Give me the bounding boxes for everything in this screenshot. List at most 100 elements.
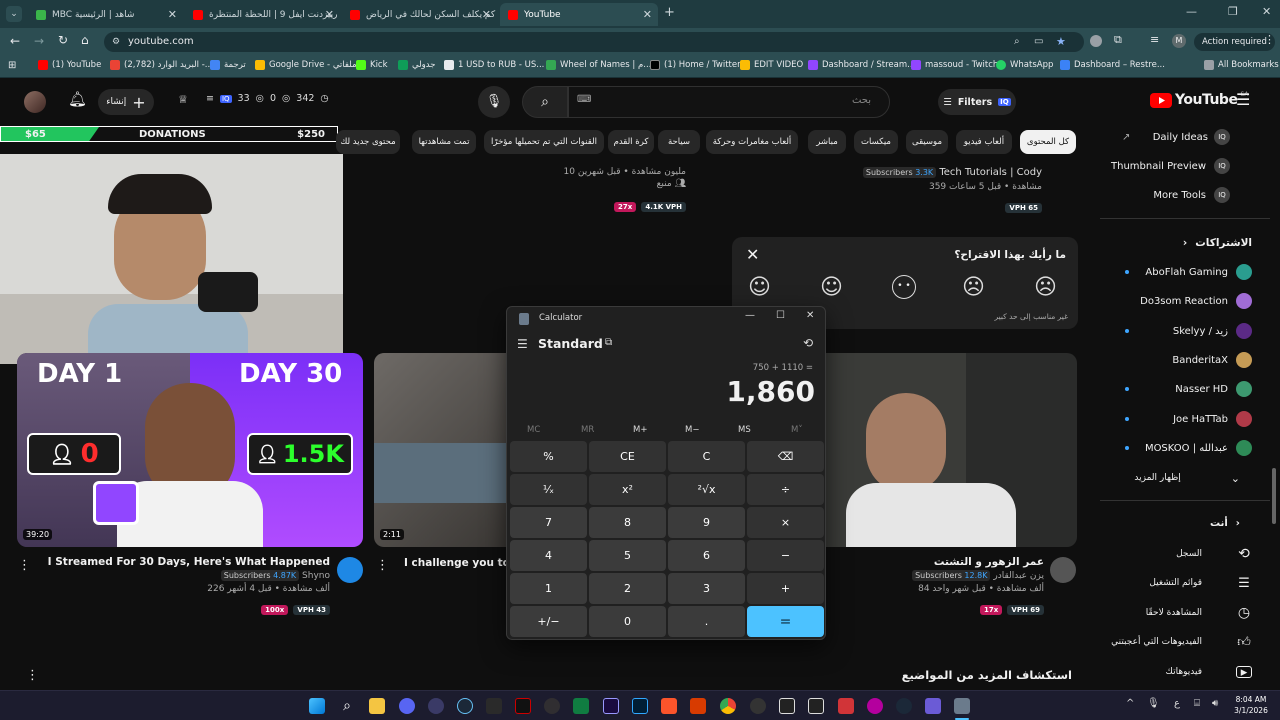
video-top-middle-meta[interactable]: 10 مليون مشاهدة • قبل شهرين منبع 👥︎ 27x … xyxy=(560,167,686,213)
clock[interactable]: 8:04 AM 3/1/2026 xyxy=(1230,694,1272,716)
chip-all[interactable]: كل المحتوى xyxy=(1020,130,1076,154)
obs-icon[interactable] xyxy=(544,698,560,714)
video-menu-icon[interactable]: ⋮ xyxy=(18,558,31,573)
apps-grid-icon[interactable]: ⊞ xyxy=(8,60,16,71)
maximize-icon[interactable]: ☐ xyxy=(776,310,785,321)
minimize-window-icon[interactable]: — xyxy=(1186,5,1197,18)
discord-icon[interactable] xyxy=(399,698,415,714)
url-input[interactable]: ⚙ youtube.com ⌕ ▭ ★ xyxy=(104,32,1084,52)
bookmark-youtube[interactable]: (1) YouTube xyxy=(38,60,101,70)
bookmark-whatsapp[interactable]: WhatsApp xyxy=(996,60,1053,70)
epic-games-icon[interactable] xyxy=(486,698,502,714)
bookmark-twitter[interactable]: (1) Home / Twitter xyxy=(650,60,741,70)
file-explorer-icon[interactable] xyxy=(369,698,385,714)
bookmark-translate[interactable]: ترجمة xyxy=(210,60,246,70)
reading-list-icon[interactable]: ≡ xyxy=(1150,33,1159,46)
search-input[interactable]: بحث ⌨ xyxy=(568,86,890,118)
home-icon[interactable]: ⌂ xyxy=(81,33,89,47)
steam-icon[interactable] xyxy=(896,698,912,714)
video-1-details[interactable]: I Streamed For 30 Days, Here's What Happ… xyxy=(40,556,330,616)
chip-video-games[interactable]: ألعاب فيديو xyxy=(956,130,1012,154)
photoshop-icon[interactable] xyxy=(632,698,648,714)
rating-dissatisfied-icon[interactable]: ☹ xyxy=(962,275,985,300)
tab-search-icon[interactable]: ⌄ xyxy=(6,6,22,22)
close-tab-icon[interactable]: ✕ xyxy=(482,8,491,21)
memory-recall-button[interactable]: MR xyxy=(581,425,594,435)
rating-very-dissatisfied-icon[interactable]: ☹ xyxy=(1034,275,1057,300)
video-thumbnail-1[interactable]: DAY 1 DAY 30 👤︎ 0 👤︎ 1.5K 39:20 xyxy=(17,353,363,547)
extension-icon[interactable] xyxy=(1090,35,1102,47)
tray-chevron-icon[interactable]: ^ xyxy=(1126,698,1134,709)
microphone-icon[interactable]: 🎙︎ xyxy=(1147,698,1160,709)
sidebar-item-playlists[interactable]: قوائم التشغيل ☰ xyxy=(1100,570,1270,596)
close-tab-icon[interactable]: ✕ xyxy=(168,8,177,21)
razer-icon[interactable] xyxy=(515,698,531,714)
sidebar-item-daily-ideas[interactable]: ↗ Daily Ideas IQ xyxy=(1100,124,1270,150)
extensions-puzzle-icon[interactable]: ⧉ xyxy=(1114,33,1122,47)
square-button[interactable]: x² xyxy=(589,474,666,505)
sidebar-item-your-videos[interactable]: فيديوهاتك ▸ xyxy=(1100,659,1270,685)
subscriptions-heading[interactable]: › الاشتراكات xyxy=(1100,230,1270,256)
chip-recent-uploads[interactable]: القنوات التي تم تحميلها مؤخرًا xyxy=(484,130,604,154)
navigation-menu-icon[interactable]: ☰ xyxy=(517,337,528,351)
negate-button[interactable]: +/− xyxy=(510,606,587,637)
app-icon[interactable] xyxy=(750,698,766,714)
clear-entry-button[interactable]: CE xyxy=(589,441,666,472)
sidebar-item-liked[interactable]: الفيديوهات التي أعجبتني 👍︎ xyxy=(1100,629,1270,655)
user-avatar[interactable] xyxy=(24,91,46,113)
photos-icon[interactable] xyxy=(690,698,706,714)
media-player-icon[interactable] xyxy=(428,698,444,714)
tab-shahid[interactable]: MBC شاهد | الرئيسية ✕ xyxy=(28,3,183,26)
bookmark-star-icon[interactable]: ★ xyxy=(1056,32,1066,52)
reciprocal-button[interactable]: ¹⁄ₓ xyxy=(510,474,587,505)
bookmark-dashboard-stream[interactable]: Dashboard / Stream... xyxy=(808,60,915,70)
digit-5-button[interactable]: 5 xyxy=(589,540,666,571)
multiply-button[interactable]: × xyxy=(747,507,824,538)
video-top-right-meta[interactable]: Subscribers 3.3K Tech Tutorials | Cody 3… xyxy=(846,167,1042,214)
digit-1-button[interactable]: 1 xyxy=(510,573,587,604)
bookmark-mail[interactable]: (2,782) البريد الوارد -... xyxy=(110,60,213,70)
start-windows-icon[interactable] xyxy=(309,698,325,714)
percent-button[interactable]: % xyxy=(510,441,587,472)
brave-icon[interactable] xyxy=(661,698,677,714)
capcut-icon[interactable] xyxy=(779,698,795,714)
sidebar-item-thumbnail-preview[interactable]: Thumbnail Preview IQ xyxy=(1100,153,1270,179)
premiere-icon[interactable] xyxy=(603,698,619,714)
back-icon[interactable]: ← xyxy=(10,34,20,48)
digit-3-button[interactable]: 3 xyxy=(668,573,745,604)
chip-live[interactable]: مباشر xyxy=(808,130,846,154)
memory-list-button[interactable]: M˅ xyxy=(791,425,803,435)
filters-button[interactable]: ☰ Filters IQ xyxy=(938,89,1016,115)
video-3-details[interactable]: عمر الزهور و التشتت Subscribers 12.8K يز… xyxy=(856,556,1044,616)
digit-9-button[interactable]: 9 xyxy=(668,507,745,538)
app-icon[interactable] xyxy=(867,698,883,714)
close-tab-icon[interactable]: ✕ xyxy=(325,8,334,21)
bookmark-kick[interactable]: Kick xyxy=(356,60,388,70)
digit-7-button[interactable]: 7 xyxy=(510,507,587,538)
digit-0-button[interactable]: 0 xyxy=(589,606,666,637)
sidebar-item-more-tools[interactable]: More Tools IQ xyxy=(1100,182,1270,208)
digit-4-button[interactable]: 4 xyxy=(510,540,587,571)
chrome-icon[interactable] xyxy=(720,698,736,714)
rating-very-satisfied-icon[interactable]: ☺ xyxy=(748,275,771,300)
channel-avatar[interactable] xyxy=(337,557,363,583)
keyboard-icon[interactable]: ⌨ xyxy=(577,94,591,105)
tab-resident-evil[interactable]: رييزدنت ايفل 9 | اللحظة المنتظرة ✕ xyxy=(185,3,340,26)
backspace-button[interactable]: ⌫ xyxy=(747,441,824,472)
divide-button[interactable]: ÷ xyxy=(747,474,824,505)
video-thumbnail-2[interactable]: 2:11 xyxy=(374,353,508,547)
reload-icon[interactable]: ↻ xyxy=(58,33,68,47)
sidebar-scrollbar[interactable] xyxy=(1272,468,1276,524)
history-icon[interactable]: ⟲ xyxy=(803,336,813,350)
subtract-button[interactable]: − xyxy=(747,540,824,571)
add-button[interactable]: + xyxy=(747,573,824,604)
forward-icon[interactable]: → xyxy=(34,34,44,48)
video-thumbnail-3[interactable] xyxy=(826,353,1077,547)
you-heading[interactable]: أنت › xyxy=(1100,510,1270,536)
calculator-taskbar-icon[interactable] xyxy=(954,698,970,714)
close-tab-icon[interactable]: ✕ xyxy=(643,8,652,21)
extension-stats[interactable]: ≡ IQ 33 ◎ 0 ◎ 342 ◷ xyxy=(206,93,329,104)
new-tab-button[interactable]: + xyxy=(664,5,675,20)
sidebar-item-watch-later[interactable]: المشاهدة لاحقًا ◷ xyxy=(1100,600,1270,626)
digit-2-button[interactable]: 2 xyxy=(589,573,666,604)
